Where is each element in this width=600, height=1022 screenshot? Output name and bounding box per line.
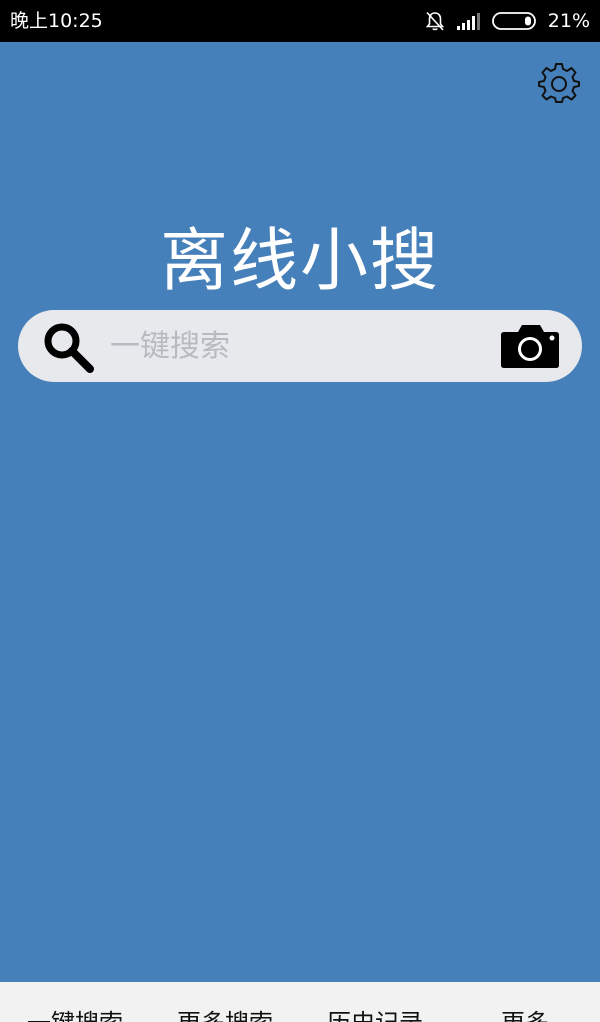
- app-title: 离线小搜: [159, 222, 440, 301]
- search-input[interactable]: [110, 322, 490, 370]
- nav-item-one-key-search[interactable]: 一键搜索: [0, 1008, 150, 1022]
- battery-percentage: 21%: [547, 10, 590, 32]
- nav-item-history[interactable]: 历史记录: [300, 1008, 450, 1022]
- bottom-nav: 一键搜索 更多搜索 历史记录 更多: [0, 982, 600, 1022]
- status-icons: 21%: [424, 8, 590, 34]
- bell-muted-icon: [424, 10, 446, 32]
- camera-icon: [500, 325, 562, 374]
- status-time: 晚上10:25: [10, 10, 103, 32]
- search-bar: [18, 310, 582, 382]
- main-area: 离线小搜: [0, 42, 600, 982]
- gear-icon: [538, 63, 580, 108]
- nav-item-more-search[interactable]: 更多搜索: [150, 1008, 300, 1022]
- settings-button[interactable]: [538, 62, 580, 104]
- battery-icon: [491, 11, 538, 31]
- status-bar: 晚上10:25 21%: [0, 0, 600, 42]
- camera-button[interactable]: [500, 322, 562, 370]
- signal-icon: [456, 11, 482, 31]
- search-icon[interactable]: [40, 319, 96, 375]
- nav-item-more[interactable]: 更多: [450, 1008, 600, 1022]
